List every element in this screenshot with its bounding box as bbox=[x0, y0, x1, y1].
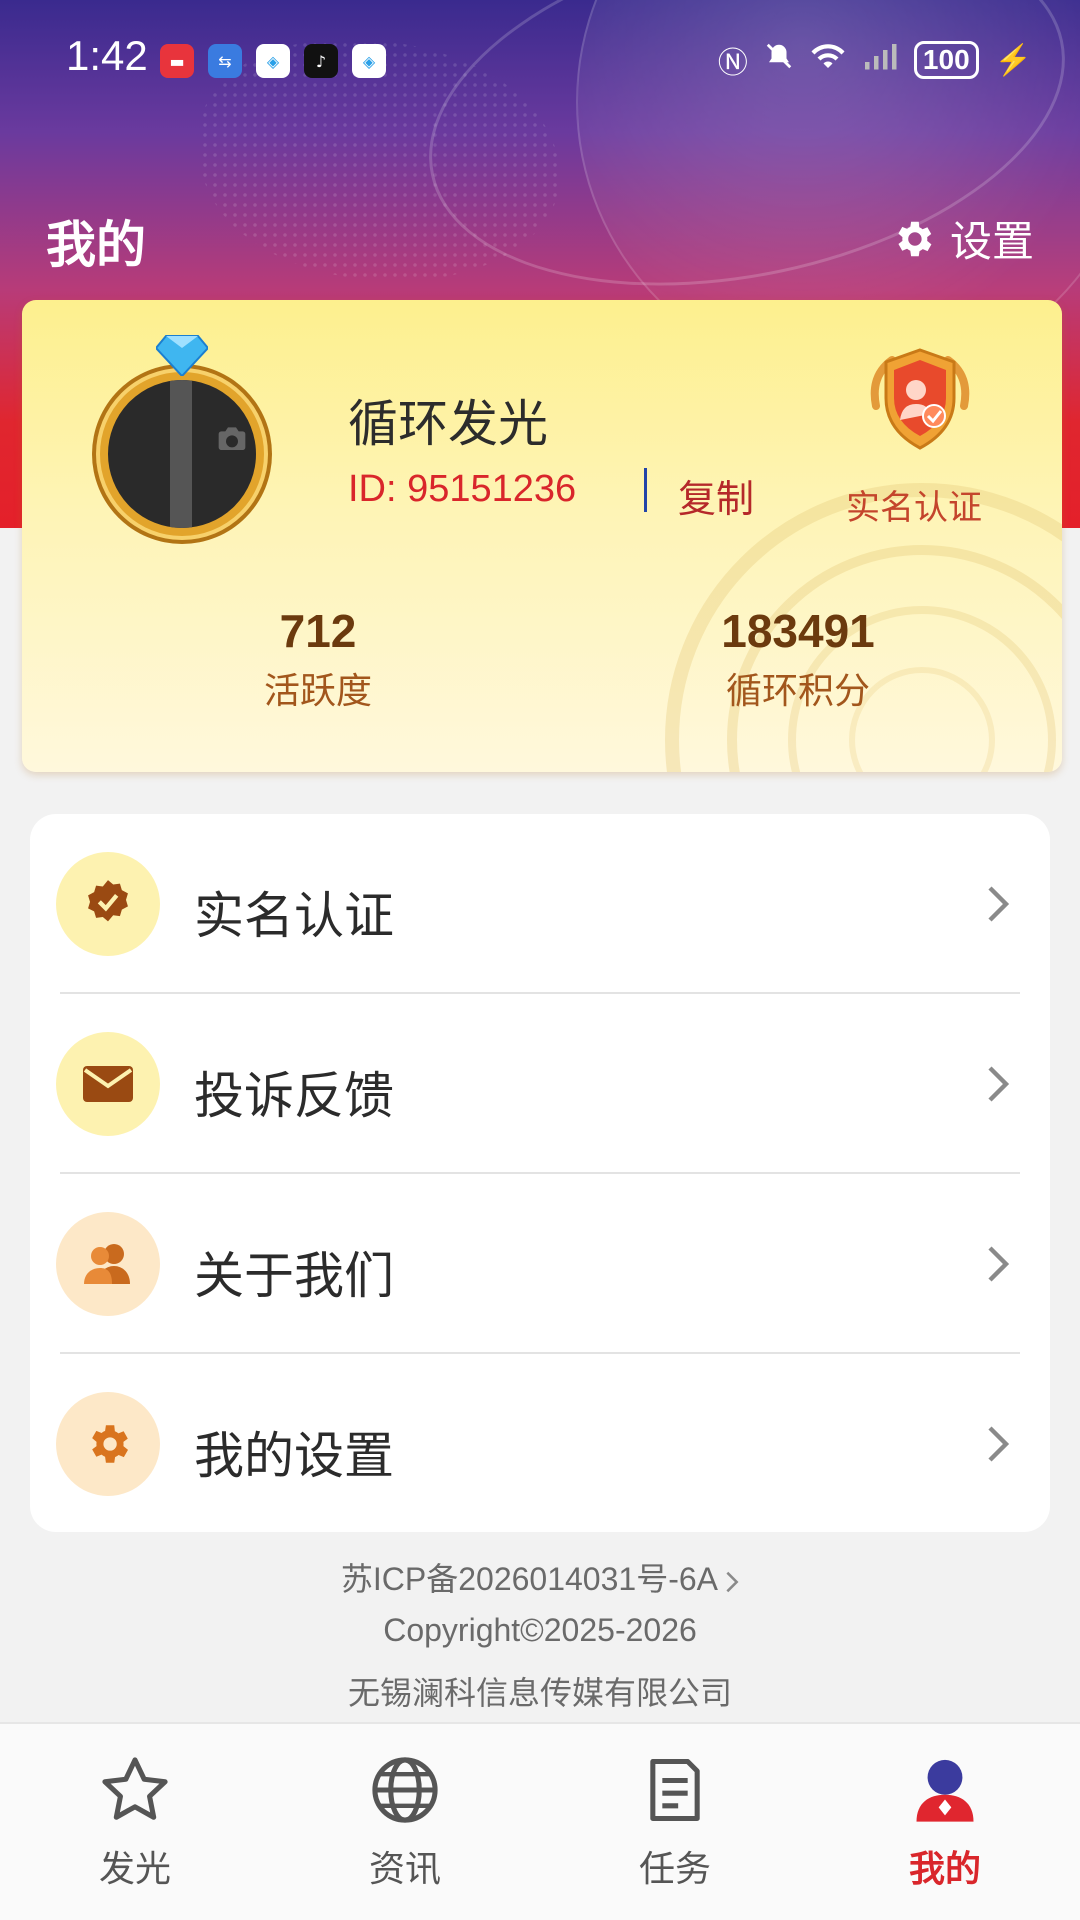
envelope-icon bbox=[56, 1032, 160, 1136]
menu-item-verification[interactable]: 实名认证 bbox=[30, 814, 1050, 994]
tab-label-glow: 发光 bbox=[98, 1849, 171, 1890]
nfc-icon: Ⓝ bbox=[717, 47, 748, 80]
camera-icon bbox=[218, 427, 246, 450]
avatar[interactable] bbox=[82, 334, 282, 552]
browser-icon: ◈ bbox=[256, 44, 290, 78]
company-name: 无锡澜科信息传媒有限公司 bbox=[347, 1675, 732, 1711]
avatar-image bbox=[100, 372, 264, 536]
signal-icon bbox=[862, 41, 898, 79]
tiktok-icon: ♪ bbox=[304, 44, 338, 78]
copyright-text: Copyright©2025-2026 bbox=[383, 1612, 697, 1648]
diamond-icon bbox=[156, 335, 208, 376]
chevron-right-icon bbox=[988, 1426, 1010, 1462]
points-label: 循环积分 bbox=[725, 671, 870, 712]
activity-value: 712 bbox=[279, 605, 357, 657]
profile-icon bbox=[916, 1759, 974, 1822]
gear-icon bbox=[898, 221, 932, 256]
menu-card: 实名认证 投诉反馈 关于我们 我的设置 bbox=[30, 814, 1050, 1532]
chevron-right-icon bbox=[988, 886, 1010, 922]
globe-icon bbox=[372, 1757, 438, 1823]
tab-mine[interactable]: 我的 bbox=[810, 1724, 1080, 1920]
tab-label-mine: 我的 bbox=[908, 1849, 981, 1890]
copy-id-button[interactable]: 复制 bbox=[678, 468, 754, 523]
charging-icon: ⚡ bbox=[994, 43, 1032, 77]
battery-indicator: 100 bbox=[913, 41, 979, 79]
menu-label-my-settings: 我的设置 bbox=[194, 1427, 394, 1485]
status-app-icons: ▬ ⇆ ◈ ♪ ◈ bbox=[160, 44, 386, 78]
chevron-right-icon bbox=[726, 1571, 739, 1592]
status-bar: 1:42 ▬ ⇆ ◈ ♪ ◈ Ⓝ 100 ⚡ bbox=[0, 0, 1080, 118]
points-value: 183491 bbox=[721, 605, 875, 657]
chevron-right-icon bbox=[988, 1066, 1010, 1102]
user-name: 循环发光 bbox=[348, 395, 548, 453]
document-icon bbox=[650, 1758, 700, 1822]
chevron-right-icon bbox=[988, 1246, 1010, 1282]
icp-link[interactable]: 苏ICP备2026014031号-6A bbox=[0, 1554, 1080, 1600]
tab-label-news: 资讯 bbox=[368, 1849, 441, 1890]
page-title: 我的 bbox=[46, 216, 146, 274]
tab-label-tasks: 任务 bbox=[638, 1849, 711, 1890]
wifi-icon bbox=[810, 41, 846, 79]
tab-tasks[interactable]: 任务 bbox=[540, 1724, 810, 1920]
settings-label: 设置 bbox=[949, 217, 1034, 266]
mute-icon bbox=[764, 41, 794, 79]
activity-label: 活跃度 bbox=[263, 671, 372, 712]
verified-shield-icon[interactable] bbox=[856, 346, 984, 456]
gear-icon bbox=[56, 1392, 160, 1496]
settings-button[interactable]: 设置 bbox=[890, 208, 1034, 269]
stat-points: 183491 循环积分 bbox=[648, 604, 948, 714]
menu-item-feedback[interactable]: 投诉反馈 bbox=[30, 994, 1050, 1174]
profile-card: 循环发光 ID: 95151236 复制 实名认证 712 活跃度 183491… bbox=[22, 300, 1062, 772]
tab-glow[interactable]: 发光 bbox=[0, 1724, 270, 1920]
star-icon bbox=[102, 1757, 168, 1820]
browser-icon: ◈ bbox=[352, 44, 386, 78]
menu-label-feedback: 投诉反馈 bbox=[194, 1067, 394, 1125]
verified-badge-icon bbox=[56, 852, 160, 956]
icp-text: 苏ICP备2026014031号-6A bbox=[340, 1561, 717, 1597]
status-indicators: Ⓝ 100 ⚡ bbox=[718, 38, 1032, 82]
verify-label[interactable]: 实名认证 bbox=[846, 480, 982, 529]
users-icon bbox=[56, 1212, 160, 1316]
user-id: ID: 95151236 bbox=[348, 468, 577, 510]
menu-label-verification: 实名认证 bbox=[194, 887, 394, 945]
menu-item-my-settings[interactable]: 我的设置 bbox=[30, 1354, 1050, 1534]
huawei-store-icon: ▬ bbox=[160, 44, 194, 78]
tab-news[interactable]: 资讯 bbox=[270, 1724, 540, 1920]
bottom-tab-bar: 发光 资讯 任务 我的 bbox=[0, 1722, 1080, 1920]
stat-activity: 712 活跃度 bbox=[168, 604, 468, 714]
id-divider bbox=[644, 468, 647, 512]
menu-item-about[interactable]: 关于我们 bbox=[30, 1174, 1050, 1354]
usb-icon: ⇆ bbox=[208, 44, 242, 78]
menu-label-about: 关于我们 bbox=[194, 1247, 394, 1305]
status-time: 1:42 bbox=[66, 32, 148, 79]
